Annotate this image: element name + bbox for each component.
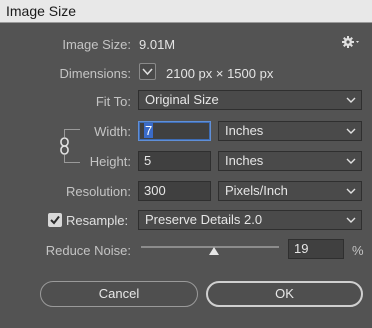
reduce-noise-label: Reduce Noise: xyxy=(45,243,131,258)
chevron-down-icon xyxy=(346,188,356,194)
height-label: Height: xyxy=(89,154,131,169)
resolution-value: 300 xyxy=(144,183,166,198)
percent-unit-label: % xyxy=(352,243,364,258)
width-unit-select[interactable]: Inches xyxy=(218,121,362,141)
gear-icon[interactable] xyxy=(342,35,362,52)
resolution-unit-select[interactable]: Pixels/Inch xyxy=(218,181,362,201)
resample-checkbox[interactable] xyxy=(48,213,62,227)
width-unit-value: Inches xyxy=(225,123,264,138)
ok-button[interactable]: OK xyxy=(206,281,363,307)
height-value: 5 xyxy=(144,153,152,168)
checkmark-icon xyxy=(50,215,60,225)
chevron-down-icon xyxy=(346,217,356,223)
resample-select[interactable]: Preserve Details 2.0 xyxy=(138,210,362,230)
dimensions-label: Dimensions: xyxy=(59,66,131,81)
chevron-down-icon xyxy=(346,97,356,103)
height-input[interactable]: 5 xyxy=(138,151,211,171)
fit-to-select[interactable]: Original Size xyxy=(138,90,362,110)
resample-value: Preserve Details 2.0 xyxy=(145,212,263,227)
link-icon[interactable] xyxy=(58,137,72,155)
height-unit-value: Inches xyxy=(225,153,264,168)
image-size-label: Image Size: xyxy=(62,37,131,52)
width-input[interactable]: 7 xyxy=(138,121,211,141)
chevron-down-icon xyxy=(346,158,356,164)
window-title: Image Size xyxy=(0,0,372,23)
fit-to-label: Fit To: xyxy=(95,94,131,109)
width-label: Width: xyxy=(94,124,131,139)
resolution-input[interactable]: 300 xyxy=(138,181,211,201)
resample-label: Resample: xyxy=(66,213,129,228)
height-unit-select[interactable]: Inches xyxy=(218,151,362,171)
reduce-noise-value: 19 xyxy=(294,241,309,256)
width-value: 7 xyxy=(144,123,154,138)
resolution-unit-value: Pixels/Inch xyxy=(225,183,288,198)
fit-to-value: Original Size xyxy=(145,92,219,107)
chevron-down-icon xyxy=(346,128,356,134)
cancel-button[interactable]: Cancel xyxy=(40,281,198,307)
dimensions-toggle[interactable] xyxy=(139,63,156,80)
reduce-noise-input[interactable]: 19 xyxy=(288,239,344,259)
image-size-value: 9.01M xyxy=(139,37,176,52)
resolution-label: Resolution: xyxy=(65,184,131,199)
reduce-noise-slider-thumb[interactable] xyxy=(209,247,219,255)
dimensions-value: 2100 px × 1500 px xyxy=(166,66,274,81)
chevron-down-icon xyxy=(142,68,153,76)
